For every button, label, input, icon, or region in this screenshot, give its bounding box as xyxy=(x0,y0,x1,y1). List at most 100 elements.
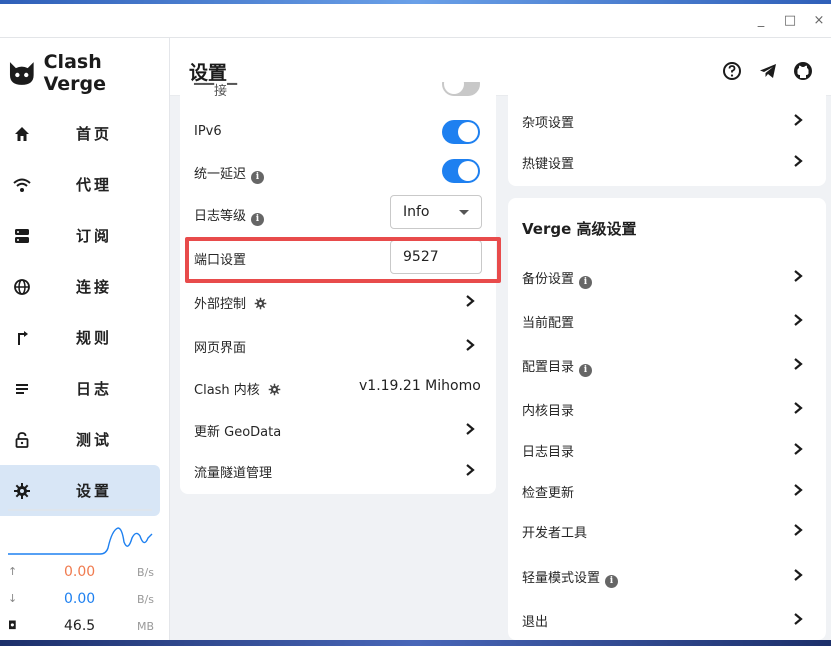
hotkey-settings-row[interactable]: 热键设置 xyxy=(508,141,826,181)
chevron-right-icon xyxy=(466,464,475,476)
misc-settings-label: 杂项设置 xyxy=(522,116,575,131)
sidebar-item-logs[interactable]: 日志 xyxy=(0,363,160,414)
sidebar-item-subscription[interactable]: 订阅 xyxy=(0,210,160,261)
gear-icon[interactable] xyxy=(254,297,267,310)
memory-stat: ◘ 46.5 MB xyxy=(8,617,154,639)
sidebar-item-label: 设置 xyxy=(76,482,113,500)
partial-row: ▔▔接▔ xyxy=(180,82,496,98)
verge-advanced-card: Verge 高级设置 备份设置 i 当前配置配置目录 i 内核目录日志目录检查更新开发者… xyxy=(508,198,826,640)
minimize-button[interactable]: _ xyxy=(752,12,770,30)
chevron-right-icon xyxy=(466,295,475,307)
advanced-setting-label: 轻量模式设置 i xyxy=(522,567,619,588)
sidebar-item-test[interactable]: 测试 xyxy=(0,414,160,465)
external-control-row[interactable]: 外部控制 xyxy=(180,281,496,321)
advanced-setting-label: 检查更新 xyxy=(522,482,574,501)
title-bar: _ □ × xyxy=(0,4,831,38)
app-title: Clash Verge xyxy=(43,51,107,95)
gear-icon xyxy=(12,481,32,501)
sidebar-nav: 首页 代理 订阅 连接 规则 日志 测试 设置 xyxy=(0,108,170,516)
screen-bottom-strip xyxy=(0,640,831,646)
unified-delay-label: 统一延迟 i xyxy=(194,163,265,184)
clash-core-version: v1.19.21 Mihomo xyxy=(359,378,481,394)
info-icon[interactable]: i xyxy=(251,171,265,184)
telegram-icon[interactable] xyxy=(757,60,779,82)
page-title: 设置 xyxy=(189,62,228,84)
advanced-setting-row[interactable]: 备份设置 i xyxy=(508,256,826,296)
chevron-right-icon xyxy=(466,339,475,351)
misc-settings-row[interactable]: 杂项设置 xyxy=(508,100,826,140)
help-icon[interactable] xyxy=(721,60,743,82)
unified-delay-toggle[interactable] xyxy=(442,159,480,183)
log-level-row: 日志等级 i Info xyxy=(180,193,496,233)
ipv6-toggle[interactable] xyxy=(442,120,480,144)
download-unit: B/s xyxy=(137,593,154,606)
chevron-right-icon xyxy=(794,484,803,496)
advanced-setting-row[interactable]: 开发者工具 xyxy=(508,510,826,550)
advanced-setting-row[interactable]: 配置目录 i xyxy=(508,344,826,384)
chevron-right-icon xyxy=(794,569,803,581)
advanced-setting-label: 配置目录 i xyxy=(522,356,593,377)
section-title: Verge 高级设置 xyxy=(522,220,637,238)
sidebar-item-label: 首页 xyxy=(76,125,113,143)
sidebar-item-rules[interactable]: 规则 xyxy=(0,312,160,363)
storage-icon xyxy=(12,226,32,246)
chevron-right-icon xyxy=(794,613,803,625)
app-window: _ □ × Clash Verge 首页 代理 订阅 连接 规则 日志 测试 设… xyxy=(0,4,831,640)
clash-settings-card: ▔▔接▔ IPv6 统一延迟 i 日志等级 i Info 端口设置 9527 外部控… xyxy=(180,82,496,494)
sidebar-item-label: 测试 xyxy=(76,431,113,449)
advanced-setting-row[interactable]: 日志目录 xyxy=(508,429,826,469)
update-geodata-row[interactable]: 更新 GeoData xyxy=(180,409,496,449)
info-icon[interactable]: i xyxy=(605,575,619,588)
log-level-value: Info xyxy=(403,204,430,220)
ipv6-row: IPv6 xyxy=(180,112,496,152)
web-ui-label: 网页界面 xyxy=(194,341,247,356)
advanced-setting-row[interactable]: 轻量模式设置 i xyxy=(508,555,826,595)
sidebar-item-connections[interactable]: 连接 xyxy=(0,261,160,312)
memory-unit: MB xyxy=(136,620,154,633)
traffic-panel: ↑ 0.00 B/s ↓ 0.00 B/s ◘ 46.5 MB xyxy=(0,508,170,640)
advanced-setting-row[interactable]: 当前配置 xyxy=(508,300,826,340)
clash-core-row[interactable]: Clash 内核 v1.19.21 Mihomo xyxy=(180,367,496,407)
chevron-right-icon xyxy=(794,155,803,167)
upload-value: 0.00 xyxy=(64,564,96,580)
advanced-setting-label: 当前配置 xyxy=(522,312,574,331)
chevron-right-icon xyxy=(794,270,803,282)
chevron-right-icon xyxy=(794,358,803,370)
chevron-right-icon xyxy=(794,402,803,414)
external-control-text: 外部控制 xyxy=(194,297,247,312)
advanced-setting-text: 日志目录 xyxy=(522,445,575,460)
gear-icon[interactable] xyxy=(268,383,281,396)
route-icon xyxy=(12,328,32,348)
web-ui-row[interactable]: 网页界面 xyxy=(180,325,496,365)
partial-row-label: ▔▔接▔ xyxy=(194,84,237,98)
clash-core-text: Clash 内核 xyxy=(194,383,260,398)
sidebar-item-home[interactable]: 首页 xyxy=(0,108,160,159)
sidebar-item-label: 规则 xyxy=(76,329,113,347)
download-value: 0.00 xyxy=(64,591,96,607)
partial-toggle[interactable] xyxy=(442,82,480,96)
globe-icon xyxy=(12,277,32,297)
advanced-setting-label: 日志目录 xyxy=(522,441,574,460)
upload-unit: B/s xyxy=(137,566,154,579)
hotkey-settings-label: 热键设置 xyxy=(522,157,575,172)
tunnel-manage-row[interactable]: 流量隧道管理 xyxy=(180,450,496,490)
chevron-right-icon xyxy=(794,114,803,126)
info-icon[interactable]: i xyxy=(579,276,593,289)
upload-stat: ↑ 0.00 B/s xyxy=(8,563,154,585)
github-icon[interactable] xyxy=(792,60,814,82)
advanced-setting-text: 开发者工具 xyxy=(522,526,588,541)
sidebar-item-proxy[interactable]: 代理 xyxy=(0,159,160,210)
close-button[interactable]: × xyxy=(810,12,828,30)
advanced-setting-row[interactable]: 检查更新 xyxy=(508,470,826,510)
maximize-button[interactable]: □ xyxy=(781,12,799,30)
tunnel-manage-label: 流量隧道管理 xyxy=(194,466,273,481)
info-icon[interactable]: i xyxy=(579,364,593,377)
sidebar-item-label: 订阅 xyxy=(76,227,113,245)
info-icon[interactable]: i xyxy=(251,213,265,226)
download-arrow-icon: ↓ xyxy=(8,592,18,605)
advanced-setting-row[interactable]: 退出 xyxy=(508,599,826,639)
update-geodata-label: 更新 GeoData xyxy=(194,425,282,440)
sidebar: Clash Verge 首页 代理 订阅 连接 规则 日志 测试 设置 ↑ 0.… xyxy=(0,38,170,640)
advanced-setting-row[interactable]: 内核目录 xyxy=(508,388,826,428)
log-level-select[interactable]: Info xyxy=(390,195,482,229)
